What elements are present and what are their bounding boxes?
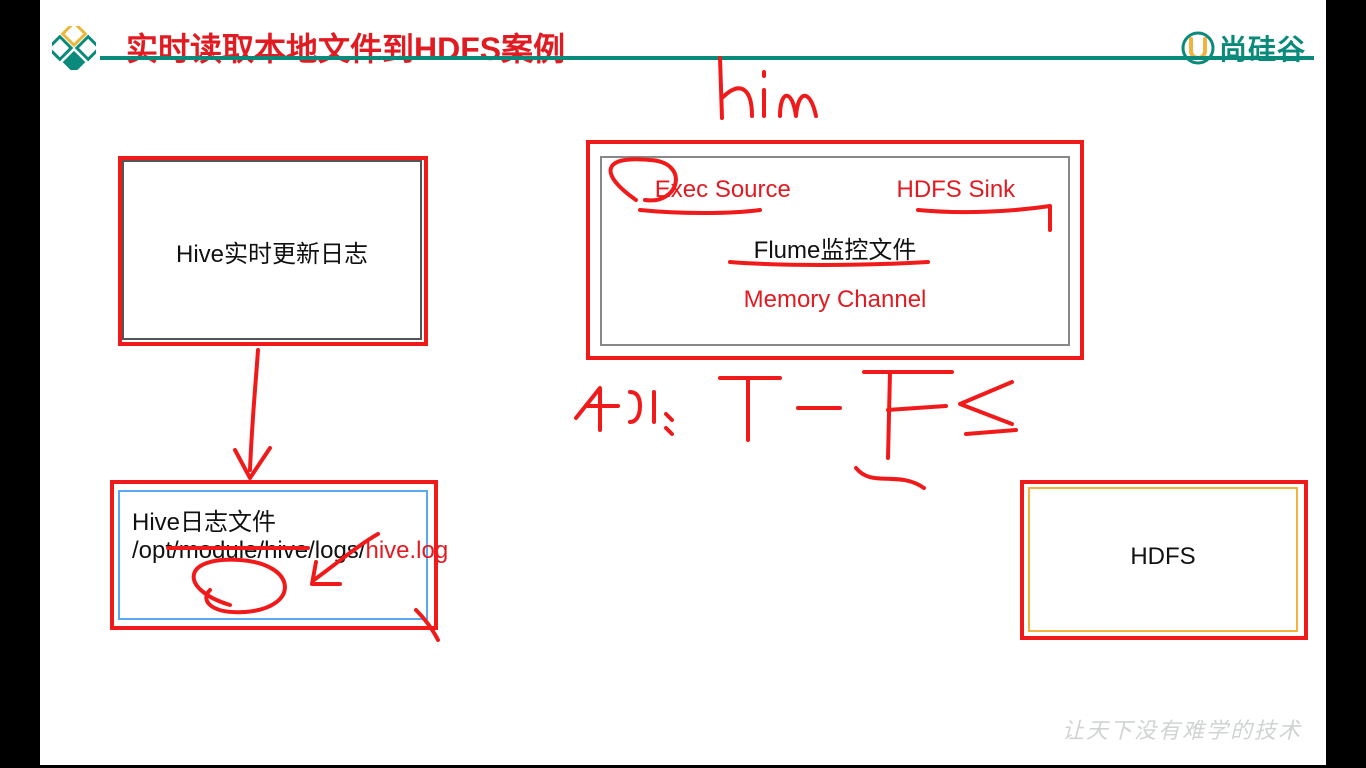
flume-hdfs-sink-label: HDFS Sink (896, 176, 1015, 204)
box-hdfs: HDFS (1028, 487, 1298, 632)
flume-memory-channel-label: Memory Channel (602, 286, 1068, 314)
hive-logfile-filename: hive.log (365, 537, 448, 564)
box-flume: Exec Source HDFS Sink Flume监控文件 Memory C… (600, 156, 1070, 346)
slide-header: 实时读取本地文件到HDFS案例 尚硅谷 (40, 18, 1326, 68)
logo-icon (52, 26, 96, 70)
flume-title-label: Flume监控文件 (602, 230, 1068, 265)
flume-exec-source-label: Exec Source (655, 176, 791, 204)
hive-logfile-path-prefix: /opt/module/hive/logs/ (132, 537, 365, 564)
slide-canvas: 实时读取本地文件到HDFS案例 尚硅谷 Hive实时更新日志 Exec Sour… (40, 0, 1326, 765)
box-hive-update: Hive实时更新日志 (122, 160, 422, 340)
box-hdfs-label: HDFS (1030, 543, 1296, 571)
box-hive-update-label: Hive实时更新日志 (124, 234, 420, 269)
hive-logfile-path: /opt/module/hive/logs/hive.log (132, 537, 414, 565)
annotation-layer (40, 0, 1326, 765)
header-divider (100, 56, 1314, 60)
brand-text: 尚硅谷 (1219, 28, 1306, 68)
slide-title: 实时读取本地文件到HDFS案例 (126, 24, 565, 70)
box-hive-logfile: Hive日志文件 /opt/module/hive/logs/hive.log (118, 490, 428, 620)
brand: 尚硅谷 (1181, 28, 1306, 68)
hive-logfile-line1: Hive日志文件 (132, 502, 414, 537)
footer-motto: 让天下没有难学的技术 (1062, 713, 1302, 745)
